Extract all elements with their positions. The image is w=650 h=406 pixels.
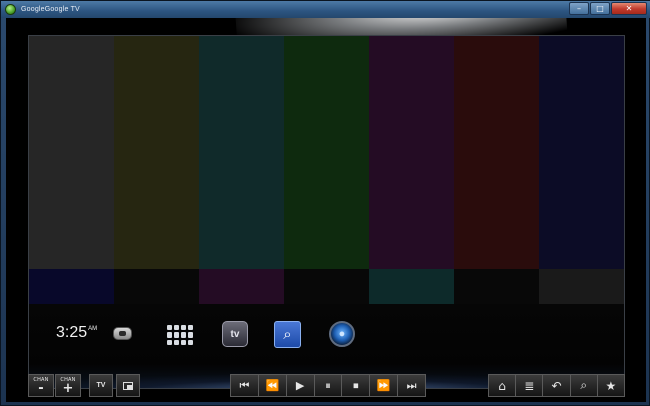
pip-button[interactable] — [116, 374, 140, 397]
color-bar-yellow — [114, 36, 199, 269]
search-icon[interactable]: ⌕ — [274, 321, 301, 348]
skip-back-button[interactable]: ⏮ — [230, 374, 259, 397]
search-button[interactable]: ⌕ — [570, 374, 598, 397]
window-controls: – □ ✕ — [569, 2, 647, 15]
skip-forward-button[interactable]: ⏭ — [398, 374, 427, 397]
window-title: GoogleGoogle TV — [21, 6, 80, 13]
orb-icon[interactable]: ● — [329, 321, 355, 347]
color-bar-magenta — [369, 36, 454, 269]
clock-time: 3:25 — [56, 324, 88, 341]
play-button[interactable]: ▶ — [286, 374, 315, 397]
lower-color-bar-6 — [454, 269, 539, 304]
clock-ampm: AM — [88, 326, 98, 332]
rewind-button[interactable]: ⏪ — [258, 374, 287, 397]
transport-controls: ⏮ ⏪ ▶ ⏸ ⏹ ⏩ ⏭ — [230, 374, 427, 397]
navigation-controls: ⌂ ≣ ↶ ⌕ ★ — [488, 374, 626, 397]
app-logo-icon — [5, 4, 16, 15]
app-window: GoogleGoogle TV – □ ✕ 3:25 AM tv ⌕ ● CHA… — [0, 0, 650, 406]
chat-bubble-icon[interactable] — [113, 327, 132, 340]
color-bar-cyan — [199, 36, 284, 269]
lower-color-bars — [29, 269, 624, 304]
lower-color-bar-3 — [199, 269, 284, 304]
app-content: 3:25 AM tv ⌕ ● CHAN - CHAN + TV ⏮ ⏪ ▶ ⏸ … — [6, 18, 646, 402]
pip-icon — [123, 381, 133, 390]
app-grid-icon[interactable] — [167, 325, 193, 345]
color-bar-gray — [29, 36, 114, 269]
color-bars — [29, 36, 624, 269]
channel-down-button[interactable]: CHAN - — [28, 374, 54, 397]
fast-forward-button[interactable]: ⏩ — [370, 374, 399, 397]
home-button[interactable]: ⌂ — [488, 374, 517, 397]
channel-down-glyph: - — [38, 380, 44, 396]
channel-up-button[interactable]: CHAN + — [55, 374, 81, 397]
control-bar: CHAN - CHAN + TV ⏮ ⏪ ▶ ⏸ ⏹ ⏩ ⏭ ⌂ ≣ ↶ ⌕ ★ — [28, 374, 626, 398]
color-bar-red — [454, 36, 539, 269]
color-bar-green — [284, 36, 369, 269]
minimize-button[interactable]: – — [569, 2, 589, 15]
title-bar[interactable]: GoogleGoogle TV – □ ✕ — [1, 1, 650, 18]
video-player[interactable]: 3:25 AM tv ⌕ ● — [28, 35, 625, 389]
color-bar-blue — [539, 36, 624, 269]
maximize-button[interactable]: □ — [590, 2, 610, 15]
tv-mode-button[interactable]: TV — [89, 374, 113, 397]
lower-color-bar-1 — [29, 269, 114, 304]
stop-button[interactable]: ⏹ — [342, 374, 371, 397]
back-button[interactable]: ↶ — [543, 374, 571, 397]
lower-color-bar-4 — [284, 269, 369, 304]
lower-color-bar-2 — [114, 269, 199, 304]
lower-color-bar-5 — [369, 269, 454, 304]
close-button[interactable]: ✕ — [611, 2, 647, 15]
menu-button[interactable]: ≣ — [516, 374, 544, 397]
clock: 3:25 AM — [56, 324, 97, 342]
lower-color-bar-7 — [539, 269, 624, 304]
favorite-button[interactable]: ★ — [597, 374, 626, 397]
tv-icon[interactable]: tv — [222, 321, 248, 347]
pause-button[interactable]: ⏸ — [314, 374, 343, 397]
channel-up-glyph: + — [62, 380, 74, 396]
